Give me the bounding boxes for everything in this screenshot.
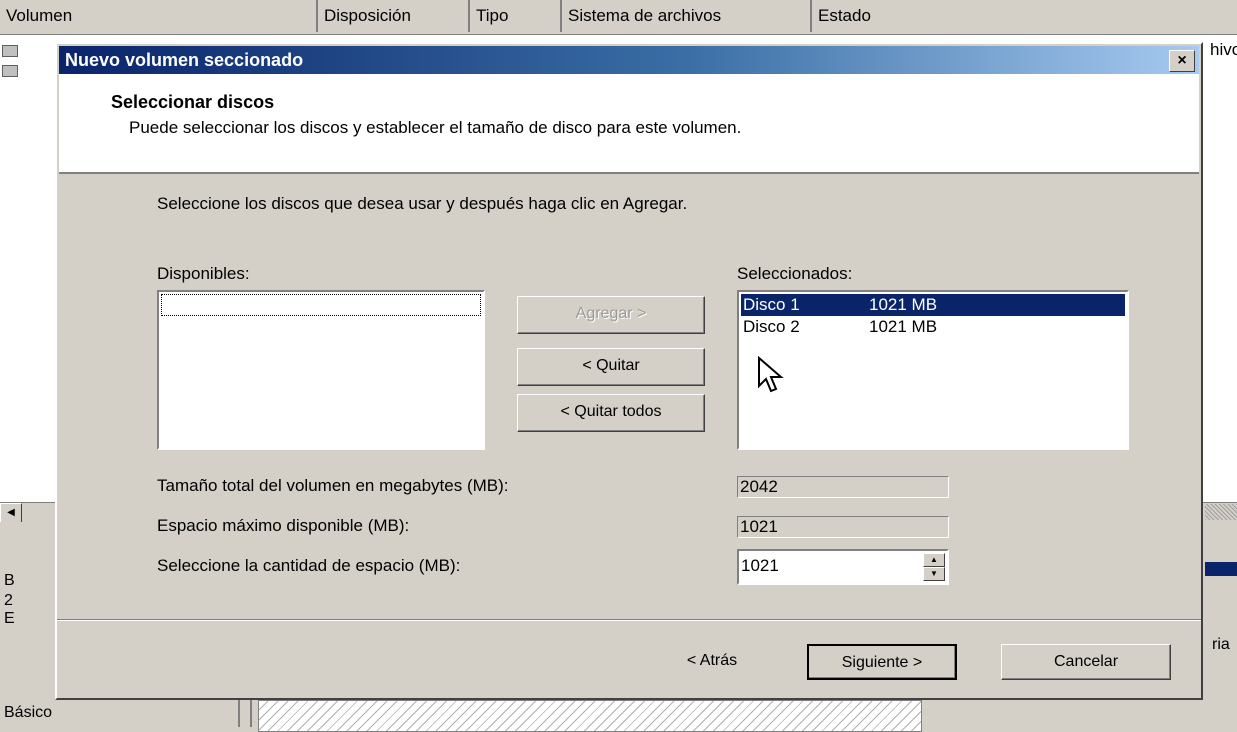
footer-divider: [57, 619, 1201, 621]
amount-label: Seleccione la cantidad de espacio (MB):: [157, 556, 461, 575]
spin-up-icon[interactable]: ▲: [923, 553, 945, 567]
max-space-field: 1021: [737, 516, 949, 538]
total-size-label: Tamaño total del volumen en megabytes (M…: [157, 476, 509, 495]
disk-type-label: Básico: [4, 704, 53, 721]
instruction-text: Seleccione los discos que desea usar y d…: [157, 194, 688, 213]
disk-info-fragment: 2: [4, 592, 13, 609]
remove-all-button[interactable]: < Quitar todos: [517, 394, 705, 432]
amount-value: 1021: [741, 556, 779, 575]
selected-disks-list[interactable]: Disco 1 1021 MB Disco 2 1021 MB: [737, 290, 1129, 450]
unallocated-space-block[interactable]: [258, 700, 922, 732]
disk-icon: [2, 65, 18, 77]
column-header-estado[interactable]: Estado: [812, 0, 1237, 32]
available-disks-list[interactable]: [157, 290, 485, 450]
wizard-header: Seleccionar discos Puede seleccionar los…: [59, 74, 1199, 174]
disk-size: 1021 MB: [869, 317, 938, 336]
scroll-left-icon[interactable]: ◀: [0, 503, 22, 523]
disk-info-fragment: B: [4, 572, 15, 589]
column-header-volumen[interactable]: Volumen: [0, 0, 318, 32]
mouse-pointer-icon: [758, 356, 784, 393]
total-size-field: 2042: [737, 476, 949, 498]
available-label: Disponibles:: [157, 264, 250, 283]
amount-spinner[interactable]: 1021 ▲ ▼: [737, 549, 949, 585]
column-header-tipo[interactable]: Tipo: [470, 0, 562, 32]
disk-gutter: [238, 697, 252, 727]
scrollbar-track: [1205, 504, 1237, 520]
list-item[interactable]: Disco 2 1021 MB: [741, 316, 1125, 338]
column-header-disposicion[interactable]: Disposición: [318, 0, 470, 32]
focus-rect: [161, 294, 481, 316]
background-text-fragment: hivo: [1210, 40, 1237, 59]
disk-icon: [2, 45, 18, 57]
selected-label: Seleccionados:: [737, 264, 853, 283]
disk-name: Disco 1: [743, 295, 800, 314]
add-button[interactable]: Agregar >: [517, 296, 705, 334]
new-striped-volume-dialog: Nuevo volumen seccionado × Seleccionar d…: [55, 42, 1203, 700]
dialog-title: Nuevo volumen seccionado: [65, 50, 304, 70]
wizard-step-subtitle: Puede seleccionar los discos y establece…: [129, 118, 742, 137]
next-button[interactable]: Siguiente >: [807, 644, 957, 680]
column-header-sistema-archivos[interactable]: Sistema de archivos: [562, 0, 812, 32]
disk-size: 1021 MB: [869, 295, 938, 314]
volume-list-header: Volumen Disposición Tipo Sistema de arch…: [0, 0, 1237, 35]
max-space-label: Espacio máximo disponible (MB):: [157, 516, 410, 535]
dialog-titlebar[interactable]: Nuevo volumen seccionado ×: [59, 46, 1199, 74]
partition-bar: [1205, 562, 1237, 576]
disk-info-fragment: E: [4, 610, 15, 627]
list-item[interactable]: Disco 1 1021 MB: [741, 294, 1125, 316]
spin-down-icon[interactable]: ▼: [923, 567, 945, 581]
close-icon[interactable]: ×: [1169, 50, 1195, 72]
wizard-step-title: Seleccionar discos: [111, 92, 275, 112]
back-button[interactable]: < Atrás: [637, 644, 787, 680]
remove-button[interactable]: < Quitar: [517, 348, 705, 386]
cancel-button[interactable]: Cancelar: [1001, 644, 1171, 680]
disk-name: Disco 2: [743, 317, 800, 336]
background-text-fragment: ria: [1212, 636, 1230, 653]
